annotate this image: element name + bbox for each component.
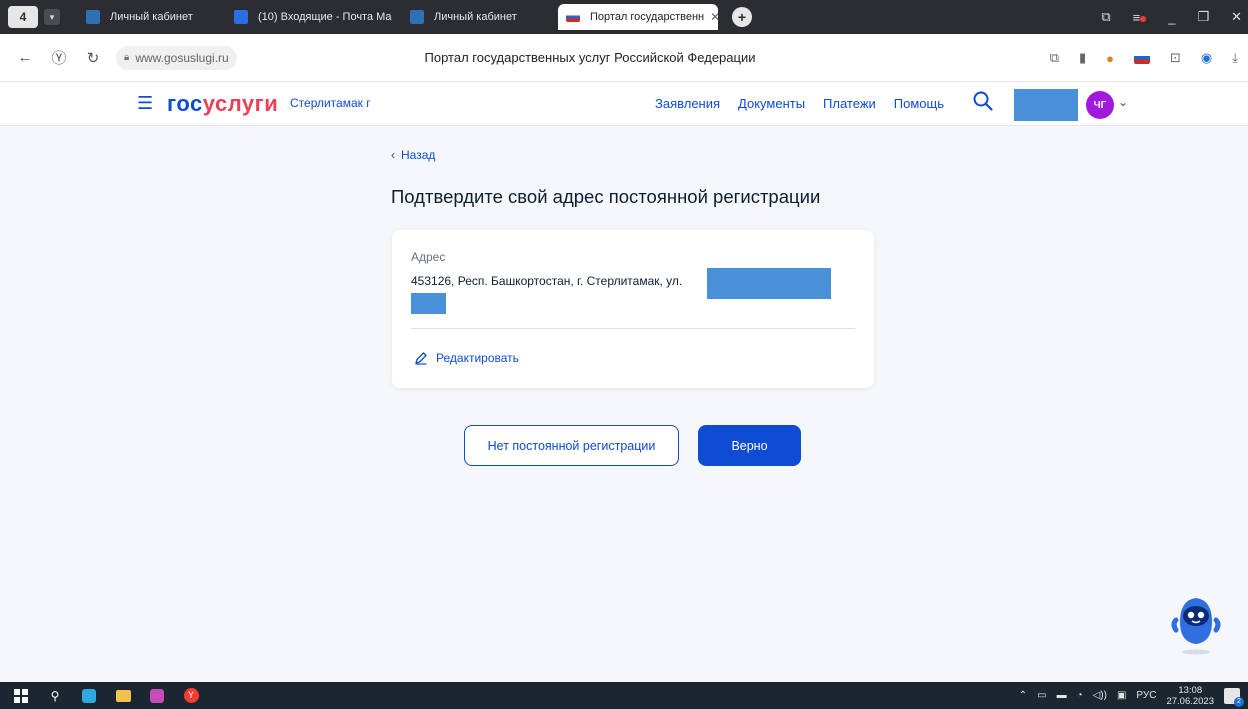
taskbar: ⚲ Y ⌃ ▭ ▬ ◔ ◁)) ▣ РУС 13:08 27.06.2023 2: [0, 682, 1248, 709]
translate-icon[interactable]: ⧉: [1050, 50, 1059, 66]
chevron-left-icon: ‹: [391, 148, 395, 162]
address-label: Адрес: [411, 250, 446, 264]
redacted-street: [707, 268, 831, 299]
minimize-icon[interactable]: _: [1168, 10, 1175, 25]
nav-item-help[interactable]: Помощь: [894, 96, 944, 111]
divider: [411, 328, 855, 329]
collections-icon[interactable]: ⊡: [1170, 50, 1181, 66]
chevron-down-icon[interactable]: ⌄: [1118, 95, 1128, 109]
bookmark-icon[interactable]: ▮: [1079, 50, 1086, 66]
gosuslugi-favicon-icon: [410, 10, 424, 24]
chevron-down-icon[interactable]: ▾: [44, 9, 60, 25]
keyboard-icon[interactable]: ▣: [1117, 690, 1126, 701]
confirm-button[interactable]: Верно: [698, 425, 801, 466]
new-tab-button[interactable]: +: [732, 7, 752, 27]
russia-flag-icon: [566, 12, 580, 22]
city-selector[interactable]: Стерлитамак г: [290, 96, 371, 110]
back-link[interactable]: ‹ Назад: [391, 148, 435, 162]
close-tab-icon[interactable]: ✕: [710, 10, 718, 24]
restore-icon[interactable]: ❐: [1197, 9, 1209, 25]
redacted-user-name: [1014, 89, 1078, 121]
nav-item-documents[interactable]: Документы: [738, 96, 805, 111]
windows-start-icon[interactable]: [12, 687, 30, 705]
chat-assistant-robot-icon[interactable]: [1166, 590, 1226, 656]
close-window-icon[interactable]: ✕: [1231, 9, 1242, 25]
system-tray: ⌃ ▭ ▬ ◔ ◁)) ▣ РУС 13:08 27.06.2023 2: [1019, 682, 1244, 709]
search-icon[interactable]: [972, 90, 994, 112]
extension-check-icon[interactable]: ◉: [1201, 50, 1212, 66]
tab-mail-inbox[interactable]: (10) Входящие - Почта Ма: [226, 4, 396, 30]
bookmarks-panel-icon[interactable]: ⧉: [1101, 9, 1110, 25]
language-indicator[interactable]: РУС: [1136, 690, 1156, 701]
address-value: 453126, Респ. Башкортостан, г. Стерлитам…: [411, 274, 683, 288]
tab-title: Личный кабинет: [110, 11, 193, 23]
nav-item-payments[interactable]: Платежи: [823, 96, 876, 111]
back-label: Назад: [401, 148, 436, 162]
avatar[interactable]: ЧГ: [1086, 91, 1114, 119]
tab-title: (10) Входящие - Почта Ма: [258, 11, 392, 23]
tab-lichny-kabinet-2[interactable]: Личный кабинет: [402, 4, 552, 30]
notifications-icon[interactable]: 2: [1224, 687, 1244, 707]
extension-avatar-icon[interactable]: ●: [1106, 51, 1114, 66]
gosuslugi-favicon-icon: [86, 10, 100, 24]
redacted-house: [411, 293, 446, 314]
page-title: Портал государственных услуг Российской …: [424, 50, 756, 65]
clock-time: 13:08: [1178, 684, 1203, 696]
gosuslugi-logo[interactable]: госуслуги: [167, 91, 278, 117]
volume-icon[interactable]: ◁)): [1093, 690, 1107, 701]
download-icon[interactable]: ⤓: [1232, 50, 1238, 66]
mail-favicon-icon: [234, 10, 248, 24]
tab-title: Личный кабинет: [434, 11, 517, 23]
site-header: ☰ госуслуги Стерлитамак г Заявления Доку…: [0, 82, 1248, 126]
battery-icon[interactable]: ▬: [1057, 690, 1067, 701]
window-controls: ⧉ ≡ _ ❐ ✕: [1101, 0, 1242, 34]
address-bar: ← Ⓨ ↻ 🔒︎ www.gosuslugi.ru Портал государ…: [0, 34, 1248, 82]
edit-label: Редактировать: [436, 351, 519, 365]
search-icon[interactable]: ⚲: [46, 687, 64, 705]
notification-count: 2: [1234, 696, 1244, 707]
page-heading: Подтвердите свой адрес постоянной регист…: [391, 186, 821, 207]
network-icon[interactable]: ▭: [1037, 690, 1046, 701]
yandex-browser-icon[interactable]: Y: [182, 687, 200, 705]
tab-title: Портал государственн: [590, 11, 705, 23]
logo-part-uslugi: услуги: [202, 91, 279, 116]
app-store-icon[interactable]: [80, 687, 98, 705]
clock-date: 27.06.2023: [1166, 695, 1214, 707]
russia-flag-icon[interactable]: [1134, 52, 1150, 64]
app-icon[interactable]: [148, 687, 166, 705]
address-card: Адрес 453126, Респ. Башкортостан, г. Сте…: [392, 230, 874, 388]
wifi-icon[interactable]: ◔: [1077, 690, 1083, 701]
nav-item-applications[interactable]: Заявления: [655, 96, 720, 111]
recording-indicator-icon[interactable]: ≡: [1133, 10, 1147, 25]
no-registration-button[interactable]: Нет постоянной регистрации: [464, 425, 679, 466]
menu-icon[interactable]: ☰: [137, 94, 153, 112]
chevron-up-icon[interactable]: ⌃: [1019, 690, 1027, 701]
browser-tab-strip: 4 ▾ Личный кабинет (10) Входящие - Почта…: [0, 0, 1248, 34]
logo-part-gos: гос: [167, 91, 203, 116]
edit-address-link[interactable]: Редактировать: [414, 351, 519, 365]
tab-lichny-kabinet-1[interactable]: Личный кабинет: [78, 4, 220, 30]
clock[interactable]: 13:08 27.06.2023: [1166, 685, 1214, 707]
browser-menu-button[interactable]: 4: [8, 6, 38, 28]
file-explorer-icon[interactable]: [114, 687, 132, 705]
main-nav: Заявления Документы Платежи Помощь: [655, 96, 944, 111]
browser-toolbar-icons: ⧉ ▮ ● ⊡ ◉ ⤓: [1050, 34, 1238, 82]
tab-portal-gosuslug[interactable]: Портал государственн ✕: [558, 4, 718, 30]
pencil-icon: [415, 352, 427, 365]
